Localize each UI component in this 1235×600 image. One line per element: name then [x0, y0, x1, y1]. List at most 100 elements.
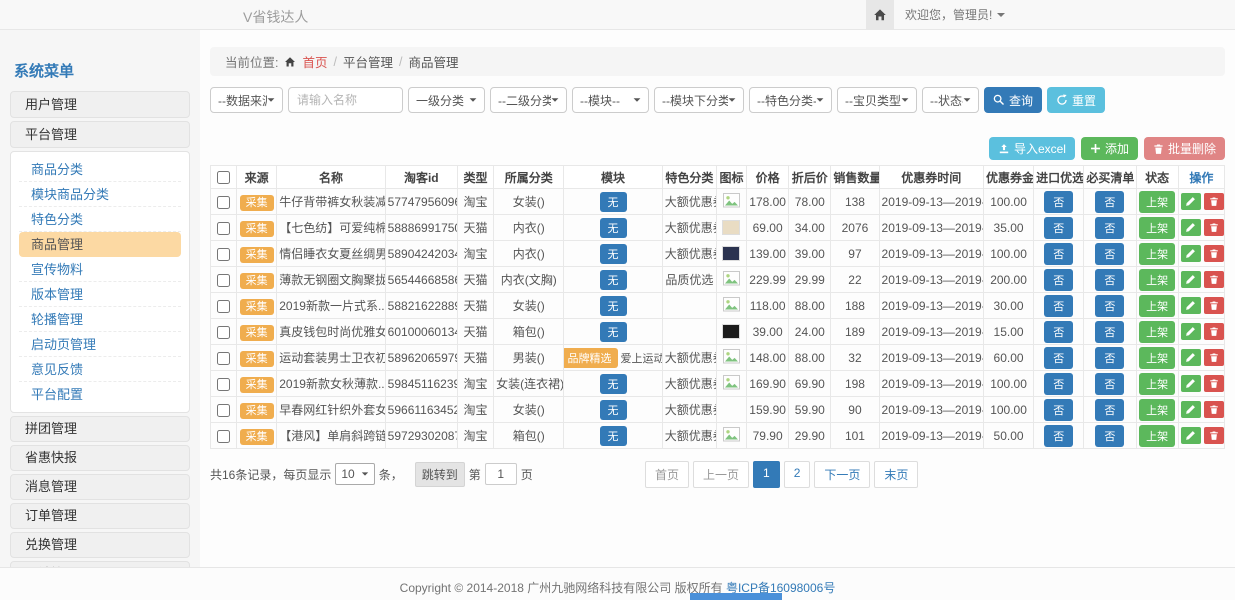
status-button[interactable]: 上架 — [1139, 269, 1175, 291]
row-checkbox[interactable] — [217, 404, 230, 417]
import-preferred-button[interactable]: 否 — [1044, 321, 1073, 343]
filter-select-6[interactable]: --宝贝类型-- — [837, 87, 917, 113]
edit-button[interactable] — [1181, 245, 1201, 262]
sidebar-item-模块商品分类[interactable]: 模块商品分类 — [19, 182, 181, 207]
import-preferred-button[interactable]: 否 — [1044, 217, 1073, 239]
filter-select-7[interactable]: --状态-- — [922, 87, 979, 113]
sidebar-item-平台管理[interactable]: 平台管理 — [10, 121, 190, 148]
import-preferred-button[interactable]: 否 — [1044, 373, 1073, 395]
edit-button[interactable] — [1181, 323, 1201, 340]
must-buy-button[interactable]: 否 — [1095, 217, 1124, 239]
filter-data-source-select[interactable]: --数据来源-- — [210, 87, 283, 113]
edit-button[interactable] — [1181, 375, 1201, 392]
sidebar-item-兑换管理[interactable]: 兑换管理 — [10, 532, 190, 558]
status-button[interactable]: 上架 — [1139, 373, 1175, 395]
must-buy-button[interactable]: 否 — [1095, 243, 1124, 265]
delete-button[interactable] — [1204, 349, 1224, 366]
sidebar-item-轮播管理[interactable]: 轮播管理 — [19, 307, 181, 332]
import-preferred-button[interactable]: 否 — [1044, 191, 1073, 213]
page-button-末页[interactable]: 末页 — [874, 461, 918, 488]
edit-button[interactable] — [1181, 193, 1201, 210]
batch-delete-button[interactable]: 批量删除 — [1144, 137, 1225, 160]
row-checkbox[interactable] — [217, 326, 230, 339]
page-button-首页[interactable]: 首页 — [645, 461, 689, 488]
status-button[interactable]: 上架 — [1139, 425, 1175, 447]
filter-select-4[interactable]: --模块下分类-- — [654, 87, 744, 113]
filter-select-5[interactable]: --特色分类-- — [749, 87, 832, 113]
delete-button[interactable] — [1204, 271, 1224, 288]
delete-button[interactable] — [1204, 193, 1224, 210]
row-checkbox[interactable] — [217, 248, 230, 261]
breadcrumb-item-platform[interactable]: 平台管理 — [343, 52, 393, 71]
import-preferred-button[interactable]: 否 — [1044, 399, 1073, 421]
must-buy-button[interactable]: 否 — [1095, 295, 1124, 317]
must-buy-button[interactable]: 否 — [1095, 425, 1124, 447]
sidebar-item-商品分类[interactable]: 商品分类 — [19, 157, 181, 182]
status-button[interactable]: 上架 — [1139, 399, 1175, 421]
row-checkbox[interactable] — [217, 274, 230, 287]
delete-button[interactable] — [1204, 323, 1224, 340]
delete-button[interactable] — [1204, 297, 1224, 314]
must-buy-button[interactable]: 否 — [1095, 191, 1124, 213]
status-button[interactable]: 上架 — [1139, 347, 1175, 369]
page-size-select[interactable]: 10 — [335, 463, 374, 485]
sidebar-item-拼团管理[interactable]: 拼团管理 — [10, 416, 190, 442]
import-preferred-button[interactable]: 否 — [1044, 243, 1073, 265]
sidebar-item-订单管理[interactable]: 订单管理 — [10, 503, 190, 529]
sidebar-item-启动页管理[interactable]: 启动页管理 — [19, 332, 181, 357]
must-buy-button[interactable]: 否 — [1095, 373, 1124, 395]
sidebar-item-宣传物料[interactable]: 宣传物料 — [19, 257, 181, 282]
filter-select-3[interactable]: --模块-- — [572, 87, 649, 113]
breadcrumb-home-link[interactable]: 首页 — [302, 52, 327, 71]
import-preferred-button[interactable]: 否 — [1044, 347, 1073, 369]
status-button[interactable]: 上架 — [1139, 217, 1175, 239]
delete-button[interactable] — [1204, 219, 1224, 236]
search-button[interactable]: 查询 — [984, 87, 1042, 113]
filter-select-2[interactable]: --二级分类-- — [490, 87, 567, 113]
sidebar-item-商品管理[interactable]: 商品管理 — [19, 232, 181, 257]
sidebar-item-特色分类[interactable]: 特色分类 — [19, 207, 181, 232]
sidebar-item-平台配置[interactable]: 平台配置 — [19, 382, 181, 407]
edit-button[interactable] — [1181, 297, 1201, 314]
row-checkbox[interactable] — [217, 196, 230, 209]
must-buy-button[interactable]: 否 — [1095, 321, 1124, 343]
row-checkbox[interactable] — [217, 300, 230, 313]
edit-button[interactable] — [1181, 349, 1201, 366]
delete-button[interactable] — [1204, 401, 1224, 418]
row-checkbox[interactable] — [217, 352, 230, 365]
row-checkbox[interactable] — [217, 222, 230, 235]
page-button-1[interactable]: 1 — [753, 461, 780, 488]
sidebar-item-用户管理[interactable]: 用户管理 — [10, 91, 190, 118]
must-buy-button[interactable]: 否 — [1095, 347, 1124, 369]
status-button[interactable]: 上架 — [1139, 243, 1175, 265]
status-button[interactable]: 上架 — [1139, 321, 1175, 343]
add-button[interactable]: 添加 — [1081, 137, 1138, 160]
name-search-input[interactable] — [288, 87, 403, 113]
edit-button[interactable] — [1181, 401, 1201, 418]
page-button-2[interactable]: 2 — [784, 461, 811, 488]
filter-select-1[interactable]: 一级分类 — [408, 87, 485, 113]
delete-button[interactable] — [1204, 427, 1224, 444]
home-button[interactable] — [866, 0, 894, 29]
import-preferred-button[interactable]: 否 — [1044, 269, 1073, 291]
sidebar-item-省惠快报[interactable]: 省惠快报 — [10, 445, 190, 471]
import-excel-button[interactable]: 导入excel — [989, 137, 1075, 160]
sidebar-item-意见反馈[interactable]: 意见反馈 — [19, 357, 181, 382]
sidebar-item-版本管理[interactable]: 版本管理 — [19, 282, 181, 307]
status-button[interactable]: 上架 — [1139, 191, 1175, 213]
row-checkbox[interactable] — [217, 378, 230, 391]
row-checkbox[interactable] — [217, 430, 230, 443]
status-button[interactable]: 上架 — [1139, 295, 1175, 317]
delete-button[interactable] — [1204, 245, 1224, 262]
select-all-checkbox[interactable] — [217, 171, 230, 184]
import-preferred-button[interactable]: 否 — [1044, 295, 1073, 317]
delete-button[interactable] — [1204, 375, 1224, 392]
must-buy-button[interactable]: 否 — [1095, 269, 1124, 291]
page-button-上一页[interactable]: 上一页 — [693, 461, 749, 488]
edit-button[interactable] — [1181, 219, 1201, 236]
import-preferred-button[interactable]: 否 — [1044, 425, 1073, 447]
jump-button[interactable]: 跳转到 — [415, 462, 465, 487]
edit-button[interactable] — [1181, 271, 1201, 288]
page-button-下一页[interactable]: 下一页 — [814, 461, 870, 488]
edit-button[interactable] — [1181, 427, 1201, 444]
